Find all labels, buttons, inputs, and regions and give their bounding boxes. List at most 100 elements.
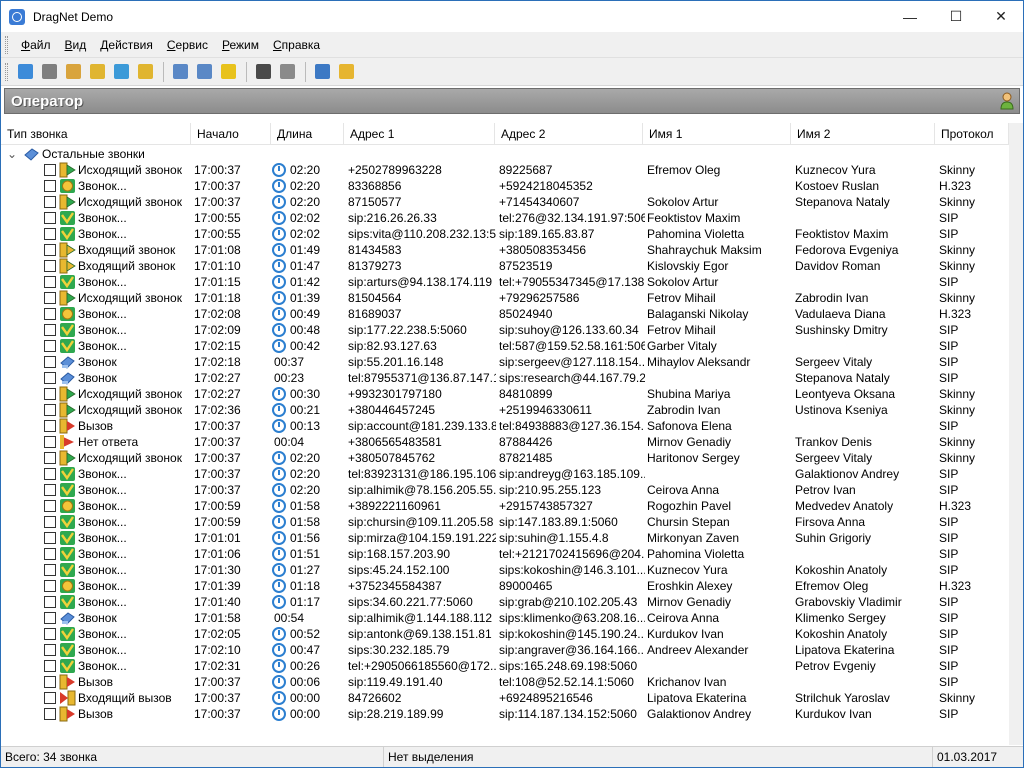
maximize-button[interactable]: ☐ (933, 1, 979, 32)
table-row[interactable]: Звонок... 17:01:15 sip:arturs@94.138.174.1… (1, 274, 1009, 290)
row-checkbox[interactable] (44, 452, 56, 464)
row-checkbox[interactable] (44, 660, 56, 672)
row-checkbox[interactable] (44, 356, 56, 368)
row-checkbox[interactable] (44, 244, 56, 256)
table-row[interactable]: Входящий звонок 17:01:10 81379273 87523519 K… (1, 258, 1009, 274)
table-row[interactable]: Звонок... 17:02:31 tel:+2905066185560@172.… (1, 658, 1009, 674)
row-checkbox[interactable] (44, 596, 56, 608)
group-row[interactable]: ⌄ Остальные звонки (1, 146, 1009, 162)
row-checkbox[interactable] (44, 516, 56, 528)
row-checkbox[interactable] (44, 692, 56, 704)
table-row[interactable]: Вызов 17:00:37 sip:119.49.191.40 tel:108@52… (1, 674, 1009, 690)
open-button[interactable] (14, 61, 36, 83)
chevron-down-icon[interactable]: ⌄ (7, 146, 19, 162)
row-checkbox[interactable] (44, 644, 56, 656)
table-row[interactable]: Звонок... 17:01:06 sip:168.157.203.90 tel:+… (1, 546, 1009, 562)
table-row[interactable]: Звонок 17:02:18 sip:55.201.16.148 sip:serge… (1, 354, 1009, 370)
table-row[interactable]: Звонок... 17:01:01 sip:mirza@104.159.191.2… (1, 530, 1009, 546)
column-header-1[interactable]: Начало (191, 123, 271, 145)
list-button[interactable] (193, 61, 215, 83)
table-row[interactable]: Исходящий звонок 17:00:37 +380507845762 878… (1, 450, 1009, 466)
row-checkbox[interactable] (44, 548, 56, 560)
network-button[interactable] (110, 61, 132, 83)
column-header-6[interactable]: Имя 2 (791, 123, 935, 145)
column-header-2[interactable]: Длина (271, 123, 344, 145)
row-checkbox[interactable] (44, 196, 56, 208)
row-checkbox[interactable] (44, 708, 56, 720)
row-checkbox[interactable] (44, 324, 56, 336)
table-row[interactable]: Входящий вызов 17:00:37 84726602 +692489521… (1, 690, 1009, 706)
row-checkbox[interactable] (44, 404, 56, 416)
row-checkbox[interactable] (44, 676, 56, 688)
table-row[interactable]: Звонок... 17:02:10 sips:30.232.185.79 sip:a… (1, 642, 1009, 658)
minimize-button[interactable]: — (887, 1, 933, 32)
row-checkbox[interactable] (44, 292, 56, 304)
row-checkbox[interactable] (44, 388, 56, 400)
row-checkbox[interactable] (44, 420, 56, 432)
vertical-scrollbar[interactable] (1009, 123, 1023, 745)
row-checkbox[interactable] (44, 628, 56, 640)
record-button[interactable] (62, 61, 84, 83)
table-row[interactable]: Звонок... 17:02:08 81689037 85024940 Balagan… (1, 306, 1009, 322)
table-row[interactable]: Звонок... 17:00:37 tel:83923131@186.195.10… (1, 466, 1009, 482)
row-checkbox[interactable] (44, 468, 56, 480)
table-row[interactable]: Нет ответа 17:00:37 +3806565483581 87884426… (1, 434, 1009, 450)
table-row[interactable]: Звонок... 17:01:40 sips:34.60.221.77:5060 s… (1, 594, 1009, 610)
table-row[interactable]: Звонок... 17:02:05 sip:antonk@69.138.151.8… (1, 626, 1009, 642)
row-checkbox[interactable] (44, 164, 56, 176)
column-header-0[interactable]: Тип звонка (1, 123, 191, 145)
menu-item-1[interactable]: Вид (58, 38, 94, 52)
table-row[interactable]: Вызов 17:00:37 sip:account@181.239.133.80 t… (1, 418, 1009, 434)
user-icon[interactable] (1000, 92, 1014, 110)
table-row[interactable]: Звонок... 17:00:55 sip:216.26.26.33 tel:276… (1, 210, 1009, 226)
row-checkbox[interactable] (44, 228, 56, 240)
table-row[interactable]: Исходящий звонок 17:01:18 81504564 +7929625… (1, 290, 1009, 306)
calendar-button[interactable] (169, 61, 191, 83)
menu-item-0[interactable]: Файл (14, 38, 58, 52)
row-checkbox[interactable] (44, 180, 56, 192)
table-row[interactable]: Звонок... 17:02:15 sip:82.93.127.63 tel:587… (1, 338, 1009, 354)
row-checkbox[interactable] (44, 260, 56, 272)
column-header-4[interactable]: Адрес 2 (495, 123, 643, 145)
table-row[interactable]: Звонок 17:01:58 sip:alhimik@1.144.188.112 s… (1, 610, 1009, 626)
table-row[interactable]: Звонок... 17:00:59 +3892221160961 +29157438… (1, 498, 1009, 514)
row-checkbox[interactable] (44, 372, 56, 384)
db-button[interactable] (86, 61, 108, 83)
table-row[interactable]: Звонок... 17:00:55 sips:vita@110.208.232.1… (1, 226, 1009, 242)
properties-button[interactable] (276, 61, 298, 83)
column-header-7[interactable]: Протокол (935, 123, 1009, 145)
row-checkbox[interactable] (44, 340, 56, 352)
headphones-button[interactable] (252, 61, 274, 83)
details-view-button[interactable] (311, 61, 333, 83)
table-row[interactable]: Исходящий звонок 17:02:27 +9932301797180 84… (1, 386, 1009, 402)
row-checkbox[interactable] (44, 532, 56, 544)
close-button[interactable]: ✕ (978, 1, 1023, 32)
table-row[interactable]: Входящий звонок 17:01:08 81434583 +38050835… (1, 242, 1009, 258)
menu-item-3[interactable]: Сервис (160, 38, 215, 52)
column-header-3[interactable]: Адрес 1 (344, 123, 495, 145)
table-row[interactable]: Звонок... 17:01:30 sips:45.24.152.100 sips:… (1, 562, 1009, 578)
table-row[interactable]: Исходящий звонок 17:00:37 +2502789963228 89… (1, 162, 1009, 178)
table-row[interactable]: Звонок... 17:00:37 sip:alhimik@78.156.205.… (1, 482, 1009, 498)
help-button[interactable] (217, 61, 239, 83)
row-checkbox[interactable] (44, 308, 56, 320)
table-row[interactable]: Звонок... 17:02:09 sip:177.22.238.5:5060 si… (1, 322, 1009, 338)
table-row[interactable]: Вызов 17:00:37 sip:28.219.189.99 sip:114.18… (1, 706, 1009, 722)
toolbar-grip[interactable] (5, 62, 8, 81)
row-checkbox[interactable] (44, 212, 56, 224)
table-row[interactable]: Звонок... 17:00:59 sip:chursin@109.11.205.… (1, 514, 1009, 530)
row-checkbox[interactable] (44, 580, 56, 592)
table-row[interactable]: Звонок... 17:00:37 83368856 +5924218045352 K… (1, 178, 1009, 194)
table-row[interactable]: Исходящий звонок 17:02:36 +380446457245 +25… (1, 402, 1009, 418)
row-checkbox[interactable] (44, 612, 56, 624)
row-checkbox[interactable] (44, 564, 56, 576)
row-checkbox[interactable] (44, 436, 56, 448)
print-button[interactable] (38, 61, 60, 83)
table-row[interactable]: Звонок 17:02:27 tel:87955371@136.87.147.1.… (1, 370, 1009, 386)
table-row[interactable]: Звонок... 17:01:39 +3752345584387 89000465 E… (1, 578, 1009, 594)
menu-item-5[interactable]: Справка (266, 38, 327, 52)
search-button[interactable] (134, 61, 156, 83)
row-checkbox[interactable] (44, 484, 56, 496)
row-checkbox[interactable] (44, 276, 56, 288)
menu-grip[interactable] (5, 35, 8, 54)
